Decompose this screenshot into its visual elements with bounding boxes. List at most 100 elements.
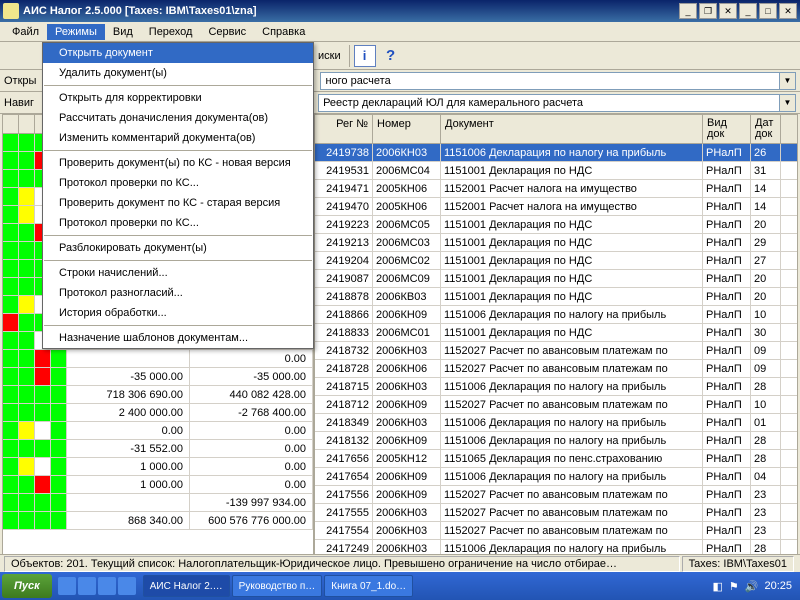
menu-файл[interactable]: Файл bbox=[4, 24, 47, 40]
table-row[interactable]: 2 400 000.00-2 768 400.00 bbox=[3, 404, 313, 422]
cell-rn: 2417555 bbox=[315, 504, 373, 521]
menu-item[interactable]: Строки начислений... bbox=[43, 263, 313, 283]
menu-item[interactable]: Изменить комментарий документа(ов) bbox=[43, 128, 313, 148]
ql-icon[interactable] bbox=[58, 577, 76, 595]
table-row[interactable]: 24188332006МС011151001 Декларация по НДС… bbox=[315, 324, 797, 342]
minimize-button[interactable]: _ bbox=[679, 3, 697, 19]
start-button[interactable]: Пуск bbox=[2, 574, 52, 598]
menu-item[interactable]: Удалить документ(ы) bbox=[43, 63, 313, 83]
table-row[interactable]: 24194702005КН061152001 Расчет налога на … bbox=[315, 198, 797, 216]
table-row[interactable]: 24183492006КН031151006 Декларация по нал… bbox=[315, 414, 797, 432]
table-row[interactable]: 1 000.000.00 bbox=[3, 458, 313, 476]
table-row[interactable]: 24188662006КН091151006 Декларация по нал… bbox=[315, 306, 797, 324]
table-row[interactable]: -31 552.000.00 bbox=[3, 440, 313, 458]
menu-separator bbox=[44, 235, 312, 236]
table-row[interactable]: 24176542006КН091151006 Декларация по нал… bbox=[315, 468, 797, 486]
col-dokument[interactable]: Документ bbox=[441, 115, 703, 143]
status-square bbox=[19, 494, 35, 511]
col-vid[interactable]: Вид док bbox=[703, 115, 751, 143]
cell-rn: 2418349 bbox=[315, 414, 373, 431]
table-row[interactable]: 24187322006КН031152027 Расчет по авансов… bbox=[315, 342, 797, 360]
taskbar-item[interactable]: АИС Налог 2.… bbox=[143, 575, 230, 597]
table-row[interactable]: 868 340.00600 576 776 000.00 bbox=[3, 512, 313, 530]
menu-item[interactable]: Проверить документ по КС - старая версия bbox=[43, 193, 313, 213]
table-row[interactable]: 24176562005КН121151065 Декларация по пен… bbox=[315, 450, 797, 468]
menu-item[interactable]: Открыть документ bbox=[43, 43, 313, 63]
col-nomer[interactable]: Номер bbox=[373, 115, 441, 143]
table-row[interactable]: 24197382006КН031151006 Декларация по нал… bbox=[315, 144, 797, 162]
ql-icon[interactable] bbox=[118, 577, 136, 595]
cell-rn: 2417556 bbox=[315, 486, 373, 503]
table-row[interactable]: 24194712005КН061152001 Расчет налога на … bbox=[315, 180, 797, 198]
col-dat[interactable]: Дат док bbox=[751, 115, 781, 143]
cell-vd: РНалП bbox=[703, 450, 751, 467]
taskbar-item[interactable]: Книга 07_1.do… bbox=[324, 575, 413, 597]
table-row[interactable]: 24188782006КВ031151001 Декларация по НДС… bbox=[315, 288, 797, 306]
status-square bbox=[3, 440, 19, 457]
table-row[interactable]: 24192042006МС021151001 Декларация по НДС… bbox=[315, 252, 797, 270]
tray-icon[interactable]: ◧ bbox=[712, 580, 722, 593]
close-button[interactable]: ✕ bbox=[779, 3, 797, 19]
menu-вид[interactable]: Вид bbox=[105, 24, 141, 40]
menu-справка[interactable]: Справка bbox=[254, 24, 313, 40]
ql-icon[interactable] bbox=[98, 577, 116, 595]
table-row[interactable]: 718 306 690.00440 082 428.00 bbox=[3, 386, 313, 404]
cell-rn: 2419087 bbox=[315, 270, 373, 287]
table-row[interactable]: 24175552006КН031152027 Расчет по авансов… bbox=[315, 504, 797, 522]
chevron-down-icon[interactable]: ▼ bbox=[779, 95, 795, 111]
table-row[interactable]: 24190872006МС091151001 Декларация по НДС… bbox=[315, 270, 797, 288]
table-row[interactable]: -139 997 934.00 bbox=[3, 494, 313, 512]
table-row[interactable]: 24175542006КН031152027 Расчет по авансов… bbox=[315, 522, 797, 540]
minimize2-button[interactable]: _ bbox=[739, 3, 757, 19]
table-row[interactable]: 24187282006КН061152027 Расчет по авансов… bbox=[315, 360, 797, 378]
status-square bbox=[51, 386, 67, 403]
cell-value: 2 400 000.00 bbox=[67, 404, 190, 421]
navigation-combo[interactable]: Реестр деклараций ЮЛ для камерального ра… bbox=[318, 94, 796, 112]
table-row[interactable]: -35 000.00-35 000.00 bbox=[3, 368, 313, 386]
menu-переход[interactable]: Переход bbox=[141, 24, 201, 40]
menu-item[interactable]: Протокол разногласий... bbox=[43, 283, 313, 303]
table-row[interactable]: 0.000.00 bbox=[3, 422, 313, 440]
status-square bbox=[35, 386, 51, 403]
table-row[interactable]: 24192232006МС051151001 Декларация по НДС… bbox=[315, 216, 797, 234]
table-row[interactable]: 24192132006МС031151001 Декларация по НДС… bbox=[315, 234, 797, 252]
cell-value: 868 340.00 bbox=[67, 512, 190, 529]
cell-value: 0.00 bbox=[190, 350, 313, 367]
menu-item[interactable]: Открыть для корректировки bbox=[43, 88, 313, 108]
ql-icon[interactable] bbox=[78, 577, 96, 595]
maximize-button[interactable]: □ bbox=[759, 3, 777, 19]
table-row[interactable]: 24175562006КН091152027 Расчет по авансов… bbox=[315, 486, 797, 504]
taskbar-item[interactable]: Руководство п… bbox=[232, 575, 323, 597]
table-row[interactable]: 24187152006КН031151006 Декларация по нал… bbox=[315, 378, 797, 396]
menu-сервис[interactable]: Сервис bbox=[200, 24, 254, 40]
cell-value: -2 768 400.00 bbox=[190, 404, 313, 421]
menu-item[interactable]: Протокол проверки по КС... bbox=[43, 213, 313, 233]
table-row[interactable]: 24181322006КН091151006 Декларация по нал… bbox=[315, 432, 797, 450]
chevron-down-icon[interactable]: ▼ bbox=[779, 73, 795, 89]
menu-item[interactable]: История обработки... bbox=[43, 303, 313, 323]
menu-item[interactable]: Проверить документ(ы) по КС - новая верс… bbox=[43, 153, 313, 173]
tray-icon[interactable]: ⚑ bbox=[729, 580, 739, 593]
cell-nm: 2005КН06 bbox=[373, 180, 441, 197]
table-row[interactable]: 0.00 bbox=[3, 350, 313, 368]
menu-item[interactable]: Протокол проверки по КС... bbox=[43, 173, 313, 193]
table-row[interactable]: 1 000.000.00 bbox=[3, 476, 313, 494]
close-window-button[interactable]: ✕ bbox=[719, 3, 737, 19]
tray-icon[interactable]: 🔊 bbox=[745, 580, 759, 593]
left-col-sq1[interactable] bbox=[3, 115, 19, 133]
cell-dk: 1152027 Расчет по авансовым платежам по bbox=[441, 360, 703, 377]
menu-режимы[interactable]: Режимы bbox=[47, 24, 105, 40]
menu-item[interactable]: Назначение шаблонов документам... bbox=[43, 328, 313, 348]
col-reg[interactable]: Рег № bbox=[315, 115, 373, 143]
help-icon[interactable]: ? bbox=[380, 45, 402, 67]
filter-combo-1[interactable]: ного расчета ▼ bbox=[320, 72, 796, 90]
cell-vd: РНалП bbox=[703, 144, 751, 161]
menu-item[interactable]: Рассчитать доначисления документа(ов) bbox=[43, 108, 313, 128]
table-row[interactable]: 24187122006КН091152027 Расчет по авансов… bbox=[315, 396, 797, 414]
info-icon[interactable]: i bbox=[354, 45, 376, 67]
cell-vd: РНалП bbox=[703, 342, 751, 359]
table-row[interactable]: 24195312006МС041151001 Декларация по НДС… bbox=[315, 162, 797, 180]
restore-button[interactable]: ❐ bbox=[699, 3, 717, 19]
menu-item[interactable]: Разблокировать документ(ы) bbox=[43, 238, 313, 258]
left-col-sq2[interactable] bbox=[19, 115, 35, 133]
